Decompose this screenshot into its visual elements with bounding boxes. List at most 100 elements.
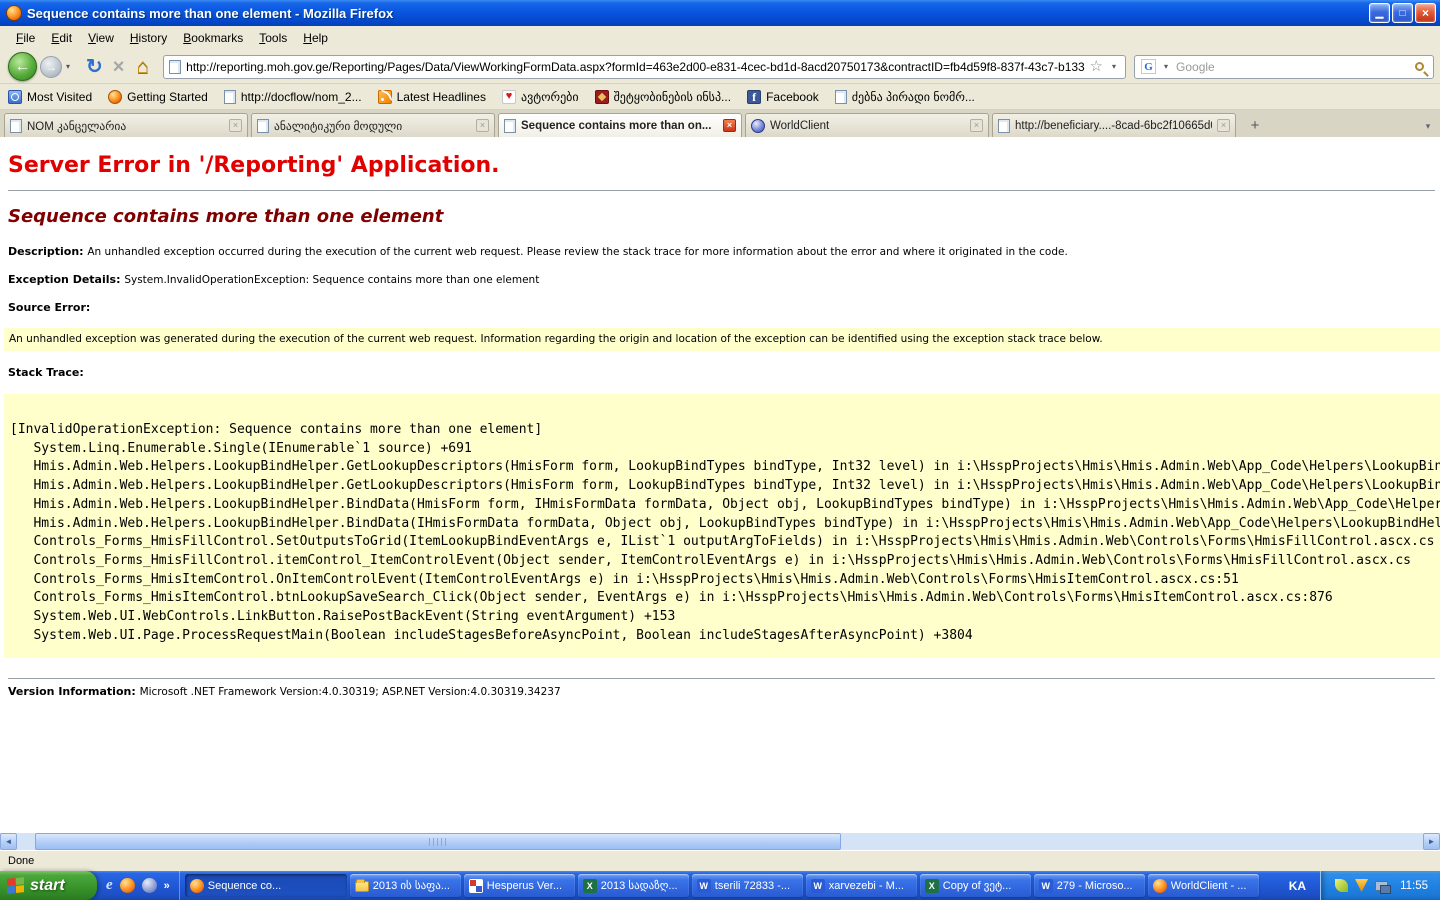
- scroll-left-button[interactable]: ◄: [0, 833, 17, 850]
- tab-close-icon[interactable]: ×: [970, 119, 983, 132]
- tab-beneficiary[interactable]: http://beneficiary....-8cad-6bc2f10665d0…: [992, 113, 1236, 137]
- search-icon[interactable]: [1415, 62, 1424, 71]
- bookmark-label: Facebook: [766, 90, 819, 104]
- version-label: Version Information:: [8, 685, 140, 698]
- restore-button[interactable]: □: [1392, 3, 1413, 23]
- menu-tools[interactable]: Tools: [251, 28, 295, 48]
- taskbar-button-excel-2013[interactable]: X 2013 სადაზღ...: [578, 874, 689, 897]
- bookmark-most-visited[interactable]: Most Visited: [8, 90, 92, 104]
- scrollbar-track[interactable]: [17, 833, 1423, 850]
- menu-view[interactable]: View: [80, 28, 122, 48]
- tray-shield-icon[interactable]: [1355, 879, 1368, 892]
- menu-file[interactable]: File: [8, 28, 43, 48]
- excel-icon: X: [925, 879, 939, 893]
- taskbar-button-tserili[interactable]: W tserili 72833 -...: [692, 874, 803, 897]
- windows-logo-icon: [7, 877, 24, 894]
- tab-close-icon[interactable]: ×: [229, 119, 242, 132]
- tab-analytics[interactable]: ანალიტიკური მოდული ×: [251, 113, 495, 137]
- reload-button[interactable]: ↻: [86, 57, 103, 77]
- close-button[interactable]: ×: [1415, 3, 1436, 23]
- task-label: 2013 სადაზღ...: [601, 879, 678, 892]
- most-visited-icon: [8, 90, 22, 104]
- history-dropdown-icon[interactable]: ▾: [62, 62, 74, 71]
- tab-close-icon[interactable]: ×: [476, 119, 489, 132]
- new-tab-button[interactable]: +: [1243, 114, 1267, 136]
- search-input[interactable]: Google: [1176, 60, 1411, 74]
- url-dropdown-icon[interactable]: ▾: [1108, 62, 1120, 71]
- taskbar-button-hesperus[interactable]: Hesperus Ver...: [464, 874, 575, 897]
- scrollbar-thumb[interactable]: [35, 833, 841, 850]
- tab-close-icon[interactable]: ×: [1217, 119, 1230, 132]
- tab-bar: NOM კანცელარია × ანალიტიკური მოდული × Se…: [0, 110, 1440, 137]
- taskbar-button-279[interactable]: W 279 - Microso...: [1034, 874, 1145, 897]
- emblem-icon: [595, 90, 609, 104]
- bookmark-personal-number-search[interactable]: ძებნა პირადი ნომრ...: [835, 90, 975, 104]
- menu-bookmarks[interactable]: Bookmarks: [175, 28, 251, 48]
- status-text: Done: [8, 855, 34, 867]
- search-box[interactable]: G ▾ Google: [1134, 55, 1434, 79]
- taskbar-button-folder-2013[interactable]: 2013 ის საფა...: [350, 874, 461, 897]
- stack-trace-text: [InvalidOperationException: Sequence con…: [4, 394, 1440, 658]
- heart-icon: ♥: [502, 90, 516, 104]
- firefox-icon: [190, 879, 204, 893]
- system-tray: 11:55: [1320, 871, 1440, 900]
- excel-icon: X: [583, 879, 597, 893]
- task-label: 2013 ის საფა...: [373, 879, 450, 892]
- tab-label: WorldClient: [770, 120, 965, 132]
- minimize-button[interactable]: ▁: [1369, 3, 1390, 23]
- chevron-icon[interactable]: »: [164, 880, 170, 892]
- taskbar-button-copy-of[interactable]: X Copy of ვეტ...: [920, 874, 1031, 897]
- task-buttons: Sequence co... 2013 ის საფა... Hesperus …: [180, 871, 1262, 900]
- bookmark-authors[interactable]: ♥ ავტორები: [502, 90, 579, 104]
- bookmark-latest-headlines[interactable]: Latest Headlines: [378, 90, 486, 104]
- tab-close-icon[interactable]: ×: [723, 119, 736, 132]
- bookmark-getting-started[interactable]: Getting Started: [108, 90, 208, 104]
- taskbar-button-worldclient[interactable]: WorldClient - ...: [1148, 874, 1259, 897]
- bookmark-star-icon[interactable]: ☆: [1090, 59, 1103, 74]
- taskbar-button-xarvezebi[interactable]: W xarvezebi - M...: [806, 874, 917, 897]
- page-icon: [835, 90, 847, 104]
- list-all-tabs-icon[interactable]: ▾: [1420, 115, 1436, 137]
- forward-button[interactable]: →: [40, 56, 62, 78]
- source-error-box: An unhandled exception was generated dur…: [4, 328, 1440, 351]
- taskbar-clock[interactable]: 11:55: [1400, 880, 1428, 892]
- menu-help[interactable]: Help: [295, 28, 336, 48]
- facebook-icon: f: [747, 90, 761, 104]
- tab-worldclient[interactable]: WorldClient ×: [745, 113, 989, 137]
- tray-network-icon[interactable]: [1375, 881, 1388, 891]
- folder-icon: [355, 881, 369, 892]
- tray-antivirus-icon[interactable]: [1335, 879, 1348, 892]
- menu-edit[interactable]: Edit: [43, 28, 80, 48]
- internet-explorer-icon[interactable]: e: [106, 877, 113, 894]
- firefox-icon: [1153, 879, 1167, 893]
- firefox-icon[interactable]: [120, 878, 135, 893]
- app-icon[interactable]: [142, 878, 157, 893]
- tab-label: http://beneficiary....-8cad-6bc2f10665d0: [1015, 120, 1212, 132]
- stop-button[interactable]: ×: [113, 57, 125, 77]
- exception-details: Exception Details: System.InvalidOperati…: [8, 273, 1434, 286]
- google-engine-icon[interactable]: G: [1141, 59, 1156, 74]
- quick-launch: e »: [97, 871, 180, 900]
- tab-nom[interactable]: NOM კანცელარია ×: [4, 113, 248, 137]
- language-indicator[interactable]: KA: [1275, 871, 1320, 900]
- back-button[interactable]: ←: [8, 52, 37, 81]
- bookmark-docflow[interactable]: http://docflow/nom_2...: [224, 90, 362, 104]
- bookmark-inspection[interactable]: შეტყობინების ინსპ...: [595, 90, 731, 104]
- page-content: Server Error in '/Reporting' Application…: [0, 137, 1440, 833]
- navigation-toolbar: ← → ▾ ↻ × ⌂ http://reporting.moh.gov.ge/…: [0, 50, 1440, 84]
- menu-history[interactable]: History: [122, 28, 175, 48]
- taskbar-button-sequence[interactable]: Sequence co...: [185, 874, 347, 897]
- page-icon: [10, 119, 22, 133]
- horizontal-scrollbar[interactable]: ◄ ►: [0, 833, 1440, 850]
- page-icon: [257, 119, 269, 133]
- stack-trace-box: [InvalidOperationException: Sequence con…: [4, 394, 1440, 658]
- search-engine-dropdown-icon[interactable]: ▾: [1160, 62, 1172, 71]
- tab-label: NOM კანცელარია: [27, 119, 224, 133]
- start-button[interactable]: start: [0, 871, 97, 900]
- url-bar[interactable]: http://reporting.moh.gov.ge/Reporting/Pa…: [163, 55, 1126, 79]
- url-input[interactable]: http://reporting.moh.gov.ge/Reporting/Pa…: [186, 60, 1084, 74]
- home-button[interactable]: ⌂: [136, 56, 149, 77]
- bookmark-facebook[interactable]: f Facebook: [747, 90, 819, 104]
- tab-sequence-error[interactable]: Sequence contains more than on... ×: [498, 113, 742, 137]
- scroll-right-button[interactable]: ►: [1423, 833, 1440, 850]
